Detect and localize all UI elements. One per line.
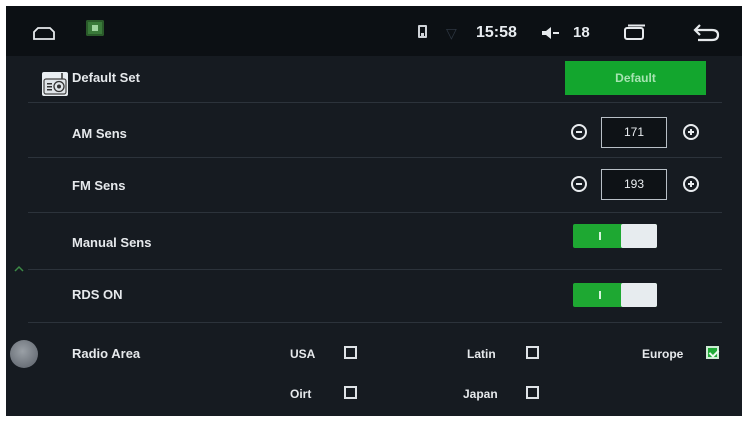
default-button[interactable]: Default: [565, 61, 706, 95]
manual-sens-label: Manual Sens: [72, 235, 152, 250]
europe-checkbox[interactable]: [706, 346, 719, 359]
floating-handle[interactable]: [10, 340, 38, 368]
home-icon[interactable]: [32, 26, 56, 40]
default-set-label: Default Set: [72, 70, 140, 85]
app-icon[interactable]: [86, 20, 104, 36]
sim-icon: [418, 25, 427, 38]
usa-checkbox[interactable]: [344, 346, 357, 359]
divider: [28, 157, 722, 158]
radio-icon: [42, 72, 68, 96]
manual-sens-toggle[interactable]: [573, 224, 657, 248]
wifi-icon: ▽: [446, 25, 457, 41]
settings-screen: ▽ 15:58 18 Default Set Default AM Sens 1…: [6, 6, 742, 416]
oirt-option-label: Oirt: [290, 387, 312, 401]
latin-option-label: Latin: [467, 347, 496, 361]
fm-sens-label: FM Sens: [72, 178, 126, 193]
rds-on-toggle[interactable]: [573, 283, 657, 307]
am-sens-value[interactable]: 171: [601, 117, 667, 148]
back-icon[interactable]: [692, 22, 720, 42]
speaker-icon[interactable]: [540, 26, 560, 40]
toggle-knob: [621, 283, 657, 307]
divider: [28, 212, 722, 213]
divider: [28, 322, 722, 323]
volume-level: 18: [573, 24, 590, 41]
toggle-on-mark: [599, 291, 601, 299]
divider: [28, 102, 722, 103]
usa-option-label: USA: [290, 347, 316, 361]
am-sens-label: AM Sens: [72, 126, 127, 141]
toggle-knob: [621, 224, 657, 248]
radio-area-label: Radio Area: [72, 346, 141, 361]
fm-sens-plus-button[interactable]: [683, 176, 699, 192]
am-sens-minus-button[interactable]: [571, 124, 587, 140]
toggle-on-mark: [599, 232, 601, 240]
side-arrow-icon: [14, 265, 24, 272]
clock: 15:58: [476, 24, 517, 41]
recent-apps-icon[interactable]: [623, 24, 647, 40]
fm-sens-minus-button[interactable]: [571, 176, 587, 192]
divider: [28, 269, 722, 270]
japan-checkbox[interactable]: [526, 386, 539, 399]
europe-option-label: Europe: [642, 347, 684, 361]
am-sens-plus-button[interactable]: [683, 124, 699, 140]
latin-checkbox[interactable]: [526, 346, 539, 359]
status-bar: ▽ 15:58 18: [6, 6, 742, 56]
oirt-checkbox[interactable]: [344, 386, 357, 399]
japan-option-label: Japan: [463, 387, 498, 401]
fm-sens-value[interactable]: 193: [601, 169, 667, 200]
rds-on-label: RDS ON: [72, 287, 123, 302]
